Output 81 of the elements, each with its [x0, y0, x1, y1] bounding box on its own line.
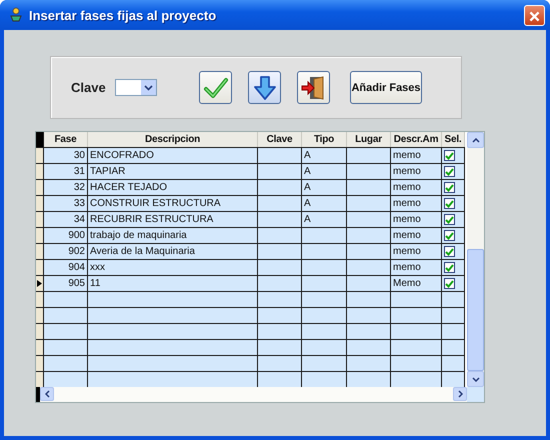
checkbox[interactable]	[444, 230, 455, 241]
column-header[interactable]: Sel.	[442, 132, 465, 147]
table-cell: ENCOFRADO	[90, 150, 154, 161]
table-cell: HACER TEJADO	[90, 182, 168, 193]
table-cell: A	[304, 150, 311, 161]
table-cell: 30	[74, 150, 85, 161]
row-selector[interactable]	[36, 228, 44, 243]
row-selector[interactable]	[36, 196, 44, 211]
row-selector[interactable]	[36, 308, 44, 323]
checkbox[interactable]	[444, 278, 455, 289]
table-cell: memo	[393, 230, 421, 241]
checkbox[interactable]	[444, 246, 455, 257]
row-selector[interactable]	[36, 324, 44, 339]
row-selector[interactable]	[36, 260, 44, 275]
row-selector[interactable]	[36, 180, 44, 195]
checkbox[interactable]	[444, 166, 455, 177]
table-cell: 34	[74, 214, 85, 225]
row-selector[interactable]	[36, 372, 44, 387]
down-button[interactable]	[248, 71, 281, 104]
table-cell: memo	[393, 182, 421, 193]
table-cell: 905	[68, 278, 85, 289]
table-cell: memo	[393, 246, 421, 257]
horizontal-scrollbar[interactable]	[36, 387, 484, 402]
table-cell: A	[304, 214, 311, 225]
add-phases-button[interactable]: Añadir Fases	[350, 71, 422, 104]
table-cell: memo	[393, 262, 421, 273]
chevron-down-icon	[472, 376, 480, 382]
table-cell: xxx	[90, 262, 105, 273]
table-cell: 11	[90, 278, 100, 289]
table-cell: A	[304, 182, 311, 193]
row-selector[interactable]	[36, 276, 44, 291]
scroll-down-button[interactable]	[467, 371, 484, 387]
chevron-up-icon	[472, 138, 480, 142]
table-cell: memo	[393, 150, 421, 161]
table-cell: memo	[393, 214, 421, 225]
table-cell: 33	[74, 198, 85, 209]
row-selector[interactable]	[36, 292, 44, 307]
table-cell: A	[304, 198, 311, 209]
checkbox[interactable]	[444, 214, 455, 225]
checkbox[interactable]	[444, 182, 455, 193]
table-cell: trabajo de maquinaria	[90, 230, 187, 241]
current-row-icon	[37, 280, 42, 287]
clave-label: Clave	[71, 80, 107, 95]
checkbox[interactable]	[444, 150, 455, 161]
table-cell: 31	[74, 166, 85, 177]
table-cell: 902	[68, 246, 85, 257]
scroll-thumb[interactable]	[467, 249, 484, 371]
table-cell: Memo	[393, 278, 421, 289]
row-selector[interactable]	[36, 356, 44, 371]
column-header[interactable]: Descr.Am	[391, 132, 442, 147]
row-selector[interactable]	[36, 148, 44, 163]
table-cell: memo	[393, 166, 421, 177]
chevron-right-icon	[458, 390, 462, 398]
chevron-left-icon	[44, 390, 50, 398]
table-cell: TAPIAR	[90, 166, 126, 177]
checkbox[interactable]	[444, 198, 455, 209]
vertical-scrollbar[interactable]	[467, 132, 484, 387]
row-selector[interactable]	[36, 212, 44, 227]
table-cell: CONSTRUIR ESTRUCTURA	[90, 198, 221, 209]
row-selector[interactable]	[36, 340, 44, 355]
scroll-up-button[interactable]	[467, 132, 484, 148]
table-cell: 904	[68, 262, 85, 273]
chevron-down-icon	[144, 84, 153, 90]
app-icon	[8, 7, 24, 23]
clave-dropdown[interactable]	[115, 79, 157, 96]
check-button[interactable]	[199, 71, 232, 104]
table-cell: 900	[68, 230, 85, 241]
checkbox[interactable]	[444, 262, 455, 273]
scroll-left-button[interactable]	[40, 387, 54, 401]
window-title: Insertar fases fijas al proyecto	[29, 8, 218, 22]
scroll-right-button[interactable]	[453, 387, 467, 401]
row-selector[interactable]	[36, 244, 44, 259]
table-cell: memo	[393, 198, 421, 209]
close-button[interactable]	[524, 4, 545, 26]
row-selector[interactable]	[36, 164, 44, 179]
exit-button[interactable]	[297, 71, 330, 104]
table-cell: RECUBRIR ESTRUCTURA	[90, 214, 214, 225]
table-cell: A	[304, 166, 311, 177]
table-cell: 32	[74, 182, 85, 193]
table-cell: Averia de la Maquinaria	[90, 246, 195, 257]
scrollbar-corner	[467, 387, 484, 402]
